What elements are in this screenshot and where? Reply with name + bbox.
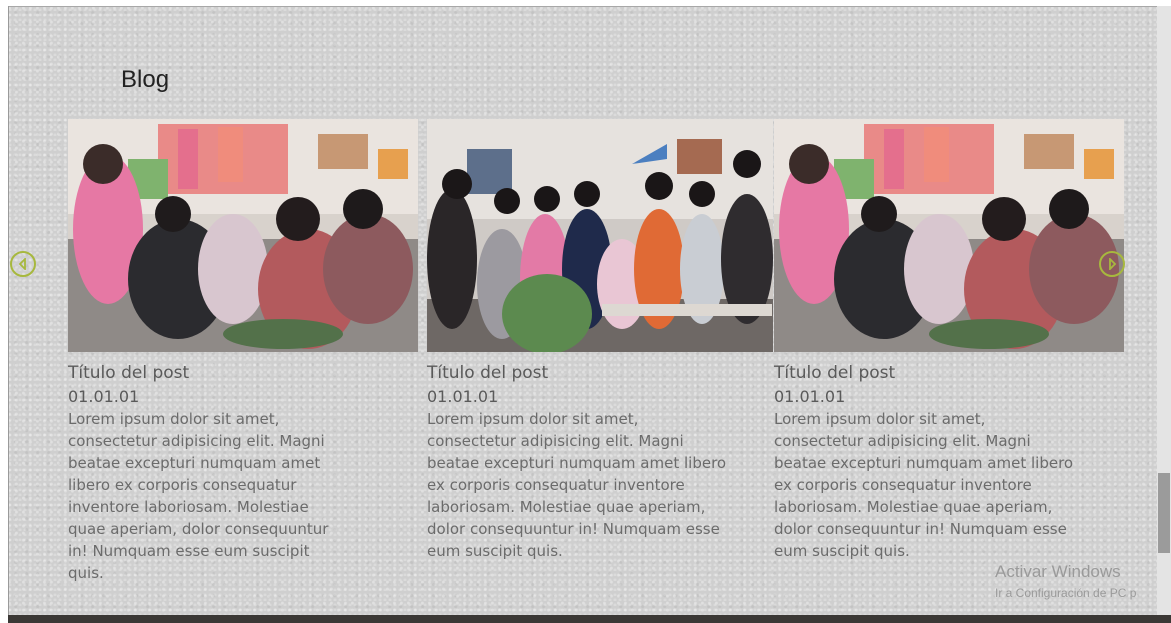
post-excerpt: Lorem ipsum dolor sit amet, consectetur … [68, 410, 329, 582]
left-border [8, 6, 9, 615]
carousel-next-button[interactable] [1099, 251, 1125, 277]
carousel-prev-button[interactable] [10, 251, 36, 277]
post-image[interactable] [774, 119, 1124, 352]
footer-bar [8, 615, 1171, 623]
post-card[interactable]: Título del post 01.01.01 Lorem ipsum dol… [774, 119, 1124, 560]
chevron-right-circle-icon [1106, 258, 1118, 270]
activation-watermark-subtitle: Ir a Configuración de PC p [995, 586, 1137, 600]
post-title[interactable]: Título del post [427, 363, 548, 383]
post-excerpt: Lorem ipsum dolor sit amet, consectetur … [774, 410, 1074, 560]
post-date: 01.01.01 [68, 387, 140, 406]
post-card[interactable]: Título del post 01.01.01 Lorem ipsum dol… [427, 119, 773, 560]
chevron-left-circle-icon [17, 258, 29, 270]
scrollbar-thumb[interactable] [1158, 473, 1170, 553]
top-divider [8, 6, 1157, 7]
activation-watermark-title: Activar Windows [995, 562, 1121, 581]
post-card[interactable]: Título del post 01.01.01 Lorem ipsum dol… [68, 119, 418, 582]
post-image[interactable] [68, 119, 418, 352]
post-image[interactable] [427, 119, 773, 352]
post-title[interactable]: Título del post [774, 363, 895, 383]
page-background: Blog Título del post 01.01.01 Lorem ipsu… [8, 6, 1157, 615]
post-excerpt: Lorem ipsum dolor sit amet, consectetur … [427, 410, 727, 560]
post-title[interactable]: Título del post [68, 363, 189, 383]
post-date: 01.01.01 [427, 387, 499, 406]
post-date: 01.01.01 [774, 387, 846, 406]
section-title: Blog [121, 66, 170, 93]
